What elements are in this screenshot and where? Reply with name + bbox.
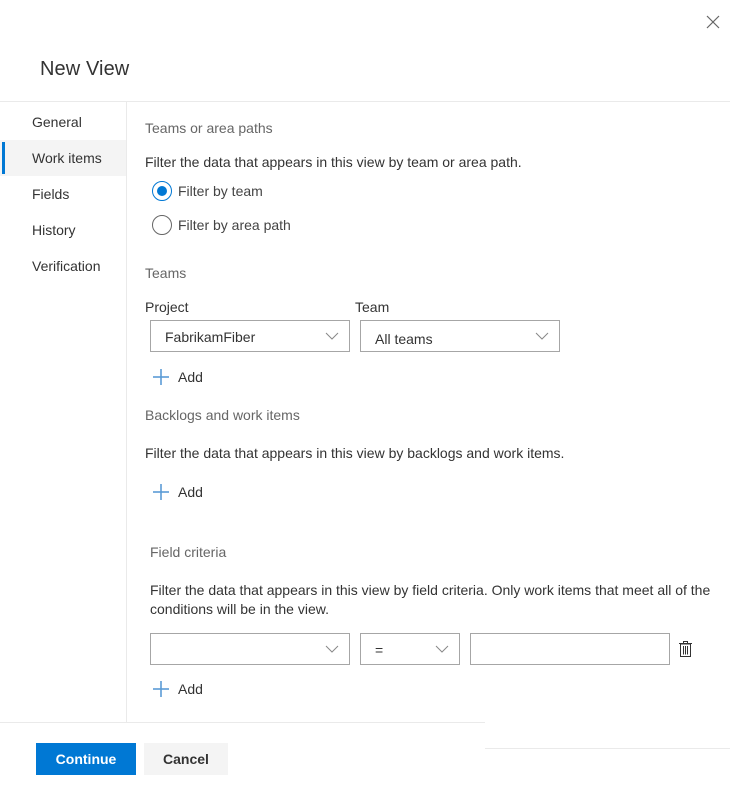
add-team-button[interactable]: Add [153, 369, 203, 385]
radio-label: Filter by area path [178, 217, 291, 233]
nav-item-label: Fields [32, 186, 70, 202]
nav-item-verification[interactable]: Verification [0, 248, 126, 284]
nav-item-work-items[interactable]: Work items [0, 140, 126, 176]
plus-icon [153, 681, 169, 697]
delete-criteria-button[interactable] [679, 641, 692, 662]
footer-divider-right [485, 748, 730, 749]
nav-item-label: Verification [32, 258, 101, 274]
add-label: Add [178, 369, 203, 385]
team-dropdown[interactable]: All teams [360, 320, 560, 352]
project-label: Project [145, 299, 189, 315]
radio-checked-icon [152, 181, 172, 201]
nav-item-label: Work items [32, 150, 102, 166]
field-criteria-description-line2: conditions will be in the view. [150, 601, 329, 617]
radio-filter-by-area-path[interactable]: Filter by area path [152, 215, 291, 235]
criteria-field-dropdown[interactable] [150, 633, 350, 665]
footer-divider [0, 722, 485, 723]
add-label: Add [178, 484, 203, 500]
nav-item-general[interactable]: General [0, 104, 126, 140]
team-label: Team [355, 299, 390, 315]
add-backlog-button[interactable]: Add [153, 484, 203, 500]
project-dropdown-value: FabrikamFiber [165, 329, 256, 345]
trash-icon [679, 641, 692, 657]
radio-filter-by-team[interactable]: Filter by team [152, 181, 263, 201]
cancel-button[interactable]: Cancel [144, 743, 228, 775]
chevron-down-icon [435, 645, 449, 653]
project-dropdown[interactable]: FabrikamFiber [150, 320, 350, 352]
backlogs-heading: Backlogs and work items [145, 407, 300, 423]
continue-button[interactable]: Continue [36, 743, 136, 775]
header-divider [0, 101, 730, 102]
close-icon [706, 15, 720, 29]
nav-item-history[interactable]: History [0, 212, 126, 248]
side-nav: General Work items Fields History Verifi… [0, 104, 126, 284]
chevron-down-icon [325, 332, 339, 340]
chevron-down-icon [325, 645, 339, 653]
teams-or-area-paths-description: Filter the data that appears in this vie… [145, 154, 522, 170]
chevron-down-icon [535, 332, 549, 340]
backlogs-description: Filter the data that appears in this vie… [145, 445, 565, 461]
team-dropdown-value: All teams [375, 331, 433, 347]
criteria-value-input[interactable] [470, 633, 670, 665]
radio-unchecked-icon [152, 215, 172, 235]
teams-or-area-paths-heading: Teams or area paths [145, 120, 273, 136]
close-button[interactable] [704, 13, 722, 31]
nav-item-fields[interactable]: Fields [0, 176, 126, 212]
plus-icon [153, 369, 169, 385]
add-criteria-button[interactable]: Add [153, 681, 203, 697]
teams-heading: Teams [145, 265, 187, 281]
plus-icon [153, 484, 169, 500]
criteria-operator-dropdown[interactable]: = [360, 633, 460, 665]
radio-label: Filter by team [178, 183, 263, 199]
nav-divider [126, 102, 127, 722]
nav-item-label: General [32, 114, 82, 130]
add-label: Add [178, 681, 203, 697]
field-criteria-description-line1: Filter the data that appears in this vie… [150, 582, 711, 598]
criteria-operator-value: = [375, 642, 384, 658]
dialog-title: New View [40, 58, 130, 80]
nav-item-label: History [32, 222, 76, 238]
field-criteria-heading: Field criteria [150, 544, 227, 560]
